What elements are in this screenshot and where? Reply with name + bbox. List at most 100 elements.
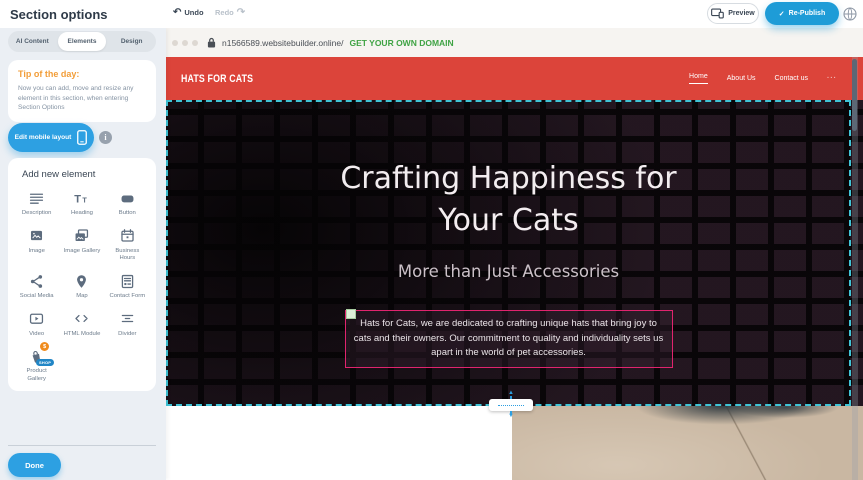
resize-dots: [498, 405, 524, 406]
add-new-element-panel: Add new element Description TT Heading Butt…: [8, 158, 156, 391]
undo-icon: ↶: [173, 7, 181, 18]
social-media-icon: [28, 272, 45, 290]
browser-dot: [192, 40, 198, 46]
tab-elements[interactable]: Elements: [58, 32, 107, 51]
new-feature-badge: $: [40, 342, 49, 351]
element-label: Divider: [118, 331, 136, 339]
element-item-html-module[interactable]: HTML Module: [59, 310, 104, 339]
browser-dot: [172, 40, 178, 46]
site-header: HATS FOR CATS Home About Us Contact us ···: [166, 57, 863, 100]
element-item-video[interactable]: Video: [14, 310, 59, 339]
element-label: Product Gallery: [17, 368, 57, 383]
nav-item-about-us[interactable]: About Us: [727, 75, 756, 82]
product-gallery-icon: $SHOP: [28, 347, 45, 365]
element-label: Map: [76, 293, 87, 301]
site-nav: Home About Us Contact us ···: [689, 57, 837, 100]
element-label: Heading: [71, 210, 93, 218]
description-icon: [28, 189, 45, 207]
element-label: Video: [29, 331, 44, 339]
element-item-description[interactable]: Description: [14, 189, 59, 218]
element-label: Image: [28, 248, 44, 256]
tab-ai-content[interactable]: AI Content: [8, 33, 57, 50]
section-resize-handle[interactable]: ▲ ▼: [487, 391, 535, 419]
hero-subheading[interactable]: More than Just Accessories: [398, 262, 619, 281]
redo-icon: ↷: [237, 7, 245, 18]
element-label: HTML Module: [64, 331, 101, 339]
hero-heading[interactable]: Crafting Happiness for Your Cats: [329, 158, 689, 242]
element-label: Image Gallery: [64, 248, 101, 256]
done-label: Done: [25, 461, 44, 470]
page-title: Section options: [10, 7, 108, 22]
element-label: Social Media: [20, 293, 54, 301]
element-item-social-media[interactable]: Social Media: [14, 272, 59, 301]
element-item-image[interactable]: Image: [14, 227, 59, 263]
language-globe-button[interactable]: [842, 6, 858, 22]
button-icon: [119, 189, 136, 207]
element-item-button[interactable]: Button: [105, 189, 150, 218]
nav-more-button[interactable]: ···: [827, 75, 837, 82]
hero-section: Crafting Happiness for Your Cats More th…: [166, 100, 863, 406]
svg-text:T: T: [83, 195, 88, 204]
republish-label: Re-Publish: [789, 10, 826, 17]
element-label: Business Hours: [107, 248, 147, 263]
element-label: Button: [119, 210, 136, 218]
preview-scrollbar[interactable]: [852, 57, 858, 480]
element-item-heading[interactable]: TT Heading: [59, 189, 104, 218]
element-item-product-gallery[interactable]: $SHOP Product Gallery: [14, 347, 59, 383]
browser-dots: [172, 40, 198, 46]
map-icon: [73, 272, 90, 290]
add-element-title: Add new element: [22, 169, 150, 180]
redo-button[interactable]: Redo ↷: [215, 7, 245, 18]
undo-button[interactable]: ↶ Undo: [173, 7, 204, 18]
business-hours-icon: [119, 227, 136, 245]
lock-icon: [207, 37, 216, 48]
preview-label: Preview: [728, 10, 754, 17]
svg-text:T: T: [75, 193, 82, 205]
top-toolbar: Section options ↶ Undo Redo ↷ Preview ✓ …: [0, 0, 863, 28]
edit-mobile-layout-button[interactable]: Edit mobile layout: [8, 123, 94, 152]
element-item-image-gallery[interactable]: Image Gallery: [59, 227, 104, 263]
site-logo[interactable]: HATS FOR CATS: [181, 73, 253, 85]
element-item-divider[interactable]: Divider: [105, 310, 150, 339]
tip-of-the-day-card: Tip of the day: Now you can add, move an…: [8, 60, 156, 122]
smartphone-icon: [77, 130, 87, 145]
republish-button[interactable]: ✓ Re-Publish: [765, 2, 839, 25]
info-icon: i: [104, 133, 106, 142]
nav-item-contact-us[interactable]: Contact us: [775, 75, 808, 82]
globe-icon: [843, 7, 857, 21]
html-module-icon: [73, 310, 90, 328]
tip-body: Now you can add, move and resize any ele…: [18, 84, 146, 113]
nav-item-home[interactable]: Home: [689, 73, 708, 84]
tab-design[interactable]: Design: [107, 33, 156, 50]
scrollbar-thumb[interactable]: [852, 59, 857, 131]
sidebar-divider: [8, 445, 156, 446]
video-icon: [28, 310, 45, 328]
site-url: n1566589.websitebuilder.online/: [222, 38, 343, 48]
shop-badge: SHOP: [36, 359, 54, 366]
heading-icon: TT: [73, 189, 90, 207]
element-label: Contact Form: [109, 293, 145, 301]
hero-paragraph-selected[interactable]: Hats for Cats, we are dedicated to craft…: [345, 310, 673, 368]
redo-label: Redo: [215, 8, 234, 17]
resize-grip[interactable]: [489, 399, 533, 411]
devices-icon: [711, 8, 724, 19]
element-drag-handle[interactable]: [346, 309, 356, 319]
tip-title: Tip of the day:: [18, 69, 146, 79]
preview-browser-bar: n1566589.websitebuilder.online/ GET YOUR…: [166, 28, 863, 57]
contact-form-icon: [119, 272, 136, 290]
browser-dot: [182, 40, 188, 46]
divider-icon: [119, 310, 136, 328]
element-item-contact-form[interactable]: Contact Form: [105, 272, 150, 301]
get-own-domain-link[interactable]: GET YOUR OWN DOMAIN: [349, 38, 453, 48]
element-item-business-hours[interactable]: Business Hours: [105, 227, 150, 263]
done-button[interactable]: Done: [8, 453, 61, 477]
element-item-map[interactable]: Map: [59, 272, 104, 301]
arrow-down-icon: ▼: [508, 414, 514, 419]
hero-content: Crafting Happiness for Your Cats More th…: [166, 100, 851, 406]
check-icon: ✓: [779, 10, 785, 18]
undo-label: Undo: [184, 8, 203, 17]
info-button[interactable]: i: [99, 131, 112, 144]
preview-button[interactable]: Preview: [707, 3, 759, 24]
element-label: Description: [22, 210, 51, 218]
image-icon: [28, 227, 45, 245]
